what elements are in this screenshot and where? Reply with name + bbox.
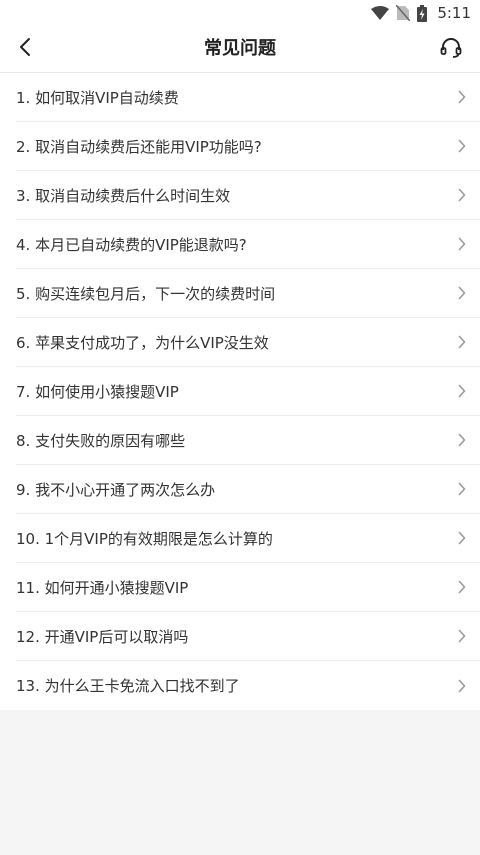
chevron-right-icon — [458, 139, 466, 153]
chevron-right-icon — [458, 629, 466, 643]
faq-item[interactable]: 3. 取消自动续费后什么时间生效 — [16, 171, 480, 220]
faq-item-label: 9. 我不小心开通了两次怎么办 — [16, 480, 216, 499]
faq-item[interactable]: 6. 苹果支付成功了，为什么VIP没生效 — [16, 318, 480, 367]
chevron-right-icon — [458, 335, 466, 349]
header: 常见问题 — [0, 26, 480, 73]
faq-item[interactable]: 7. 如何使用小猿搜题VIP — [16, 367, 480, 416]
customer-service-button[interactable] — [436, 34, 466, 64]
status-bar: 5:11 — [0, 0, 480, 26]
battery-charging-icon — [417, 4, 428, 22]
chevron-right-icon — [458, 237, 466, 251]
chevron-right-icon — [458, 482, 466, 496]
faq-item-label: 7. 如何使用小猿搜题VIP — [16, 382, 179, 401]
faq-item-label: 13. 为什么王卡免流入口找不到了 — [16, 677, 240, 695]
faq-item-label: 8. 支付失败的原因有哪些 — [16, 431, 186, 450]
faq-item[interactable]: 1. 如何取消VIP自动续费 — [16, 73, 480, 122]
faq-item-label: 10. 1个月VIP的有效期限是怎么计算的 — [16, 529, 273, 548]
faq-item[interactable]: 10. 1个月VIP的有效期限是怎么计算的 — [16, 514, 480, 563]
faq-item[interactable]: 12. 开通VIP后可以取消吗 — [16, 612, 480, 661]
chevron-right-icon — [458, 679, 466, 693]
faq-item-label: 12. 开通VIP后可以取消吗 — [16, 627, 189, 646]
faq-item[interactable]: 8. 支付失败的原因有哪些 — [16, 416, 480, 465]
faq-item-label: 1. 如何取消VIP自动续费 — [16, 88, 179, 107]
chevron-right-icon — [458, 531, 466, 545]
wifi-icon — [371, 6, 390, 20]
faq-item-label: 11. 如何开通小猿搜题VIP — [16, 578, 189, 597]
no-sim-icon — [396, 5, 411, 21]
faq-item-label: 4. 本月已自动续费的VIP能退款吗? — [16, 235, 247, 254]
page-title: 常见问题 — [204, 38, 276, 59]
faq-item-label: 3. 取消自动续费后什么时间生效 — [16, 186, 231, 205]
chevron-right-icon — [458, 90, 466, 104]
faq-item[interactable]: 5. 购买连续包月后，下一次的续费时间 — [16, 269, 480, 318]
chevron-right-icon — [458, 188, 466, 202]
chevron-right-icon — [458, 384, 466, 398]
chevron-right-icon — [458, 580, 466, 594]
faq-list: 1. 如何取消VIP自动续费 2. 取消自动续费后还能用VIP功能吗? 3. 取消自… — [0, 73, 480, 710]
chevron-right-icon — [458, 286, 466, 300]
faq-item[interactable]: 4. 本月已自动续费的VIP能退款吗? — [16, 220, 480, 269]
chevron-right-icon — [458, 433, 466, 447]
faq-item[interactable]: 2. 取消自动续费后还能用VIP功能吗? — [16, 122, 480, 171]
faq-item-label: 2. 取消自动续费后还能用VIP功能吗? — [16, 137, 262, 156]
status-time: 5:11 — [437, 4, 471, 22]
headset-icon — [439, 35, 463, 63]
faq-item-label: 5. 购买连续包月后，下一次的续费时间 — [16, 284, 276, 303]
faq-item[interactable]: 11. 如何开通小猿搜题VIP — [16, 563, 480, 612]
faq-item[interactable]: 13. 为什么王卡免流入口找不到了 — [16, 661, 480, 710]
faq-item-label: 6. 苹果支付成功了，为什么VIP没生效 — [16, 333, 269, 352]
faq-item[interactable]: 9. 我不小心开通了两次怎么办 — [16, 465, 480, 514]
